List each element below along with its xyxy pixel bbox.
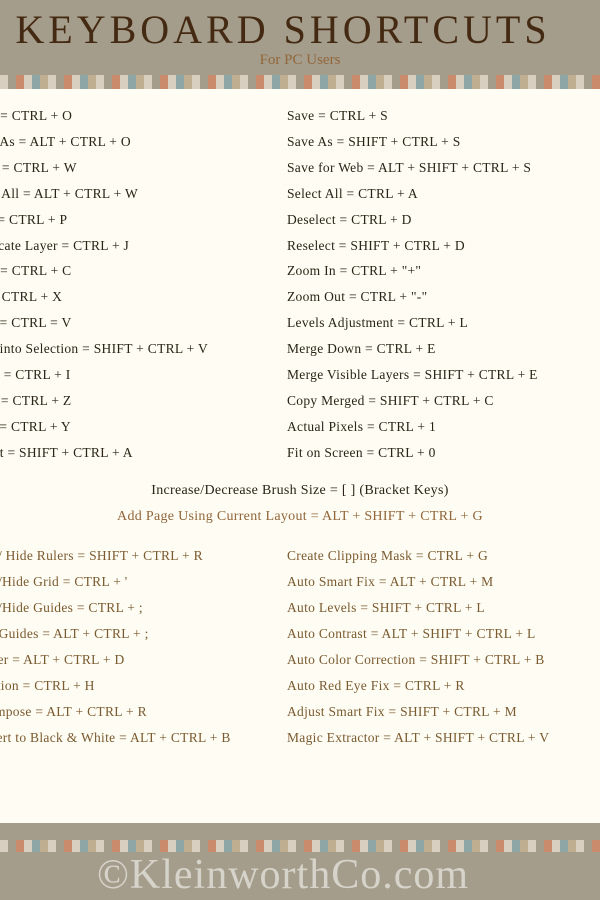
shortcut-row: Revert = SHIFT + CTRL + A xyxy=(0,439,271,465)
shortcut-row: Recompose = ALT + CTRL + R xyxy=(0,699,271,725)
shortcut-row: Save for Web = ALT + SHIFT + CTRL + S xyxy=(287,155,592,181)
bottom-left-column: Show/ Hide Rulers = SHIFT + CTRL + R Sho… xyxy=(0,543,279,750)
shortcut-row: Lock Guides = ALT + CTRL + ; xyxy=(0,621,271,647)
shortcut-row: Cut = CTRL + X xyxy=(0,284,271,310)
header: KEYBOARD SHORTCUTS For PC Users xyxy=(0,0,600,69)
shortcut-row: Show/Hide Guides = CTRL + ; xyxy=(0,595,271,621)
shortcut-row: Paste into Selection = SHIFT + CTRL + V xyxy=(0,336,271,362)
shortcut-row: Select All = CTRL + A xyxy=(287,181,592,207)
shortcut-row: Merge Visible Layers = SHIFT + CTRL + E xyxy=(287,362,592,388)
shortcut-row: Save As = SHIFT + CTRL + S xyxy=(287,129,592,155)
bottom-right-column: Create Clipping Mask = CTRL + G Auto Sma… xyxy=(279,543,600,750)
top-columns: Open = CTRL + O Open As = ALT + CTRL + O… xyxy=(0,103,600,465)
shortcut-row: Deselect = CTRL + D xyxy=(287,207,592,233)
shortcut-row: Reselect = SHIFT + CTRL + D xyxy=(287,232,592,258)
bottom-columns: Show/ Hide Rulers = SHIFT + CTRL + R Sho… xyxy=(0,543,600,750)
top-left-column: Open = CTRL + O Open As = ALT + CTRL + O… xyxy=(0,103,279,465)
shortcut-row: Adjust Smart Fix = SHIFT + CTRL + M xyxy=(287,699,592,725)
center-block: Increase/Decrease Brush Size = [ ] (Brac… xyxy=(0,465,600,543)
shortcut-row: Duplicate Layer = CTRL + J xyxy=(0,232,271,258)
shortcut-row: Close All = ALT + CTRL + W xyxy=(0,181,271,207)
top-right-column: Save = CTRL + S Save As = SHIFT + CTRL +… xyxy=(279,103,600,465)
divider-stripe-top xyxy=(0,75,600,89)
divider-stripe-bottom xyxy=(0,840,600,852)
page-title: KEYBOARD SHORTCUTS xyxy=(0,10,600,50)
shortcut-row: Create Clipping Mask = CTRL + G xyxy=(287,543,592,569)
shortcut-row: Auto Smart Fix = ALT + CTRL + M xyxy=(287,569,592,595)
shortcut-row: Undo = CTRL + Z xyxy=(0,388,271,414)
page-subtitle: For PC Users xyxy=(0,52,600,69)
shortcut-row: Copy Merged = SHIFT + CTRL + C xyxy=(287,388,592,414)
shortcut-row: Auto Red Eye Fix = CTRL + R xyxy=(287,673,592,699)
shortcut-row: Invert = CTRL + I xyxy=(0,362,271,388)
shortcut-row: Close = CTRL + W xyxy=(0,155,271,181)
shortcut-row: Magic Extractor = ALT + SHIFT + CTRL + V xyxy=(287,724,592,750)
shortcut-row: Auto Color Correction = SHIFT + CTRL + B xyxy=(287,647,592,673)
shortcut-row: Zoom Out = CTRL + "-" xyxy=(287,284,592,310)
shortcut-row: Paste = CTRL = V xyxy=(0,310,271,336)
shortcut-row: Print = CTRL + P xyxy=(0,207,271,233)
shortcut-row: Fit on Screen = CTRL + 0 xyxy=(287,439,592,465)
shortcut-row: Convert to Black & White = ALT + CTRL + … xyxy=(0,724,271,750)
shortcut-row: Feather = ALT + CTRL + D xyxy=(0,647,271,673)
shortcut-row: Levels Adjustment = CTRL + L xyxy=(287,310,592,336)
shortcut-row: Show/Hide Grid = CTRL + ' xyxy=(0,569,271,595)
watermark-text: ©KleinworthCo.com xyxy=(0,852,600,898)
center-line-2: Add Page Using Current Layout = ALT + SH… xyxy=(0,505,600,543)
shortcut-row: Save = CTRL + S xyxy=(287,103,592,129)
content-sheet: Open = CTRL + O Open As = ALT + CTRL + O… xyxy=(0,89,600,823)
shortcut-row: Open = CTRL + O xyxy=(0,103,271,129)
shortcut-row: Auto Contrast = ALT + SHIFT + CTRL + L xyxy=(287,621,592,647)
shortcut-row: Redo = CTRL + Y xyxy=(0,414,271,440)
shortcut-row: Show/ Hide Rulers = SHIFT + CTRL + R xyxy=(0,543,271,569)
page: KEYBOARD SHORTCUTS For PC Users Open = C… xyxy=(0,0,600,900)
shortcut-row: Open As = ALT + CTRL + O xyxy=(0,129,271,155)
shortcut-row: Copy = CTRL + C xyxy=(0,258,271,284)
shortcut-row: Auto Levels = SHIFT + CTRL + L xyxy=(287,595,592,621)
footer: ©KleinworthCo.com xyxy=(0,840,600,900)
shortcut-row: Actual Pixels = CTRL + 1 xyxy=(287,414,592,440)
shortcut-row: Selection = CTRL + H xyxy=(0,673,271,699)
shortcut-row: Merge Down = CTRL + E xyxy=(287,336,592,362)
shortcut-row: Zoom In = CTRL + "+" xyxy=(287,258,592,284)
center-line-1: Increase/Decrease Brush Size = [ ] (Brac… xyxy=(0,465,600,505)
